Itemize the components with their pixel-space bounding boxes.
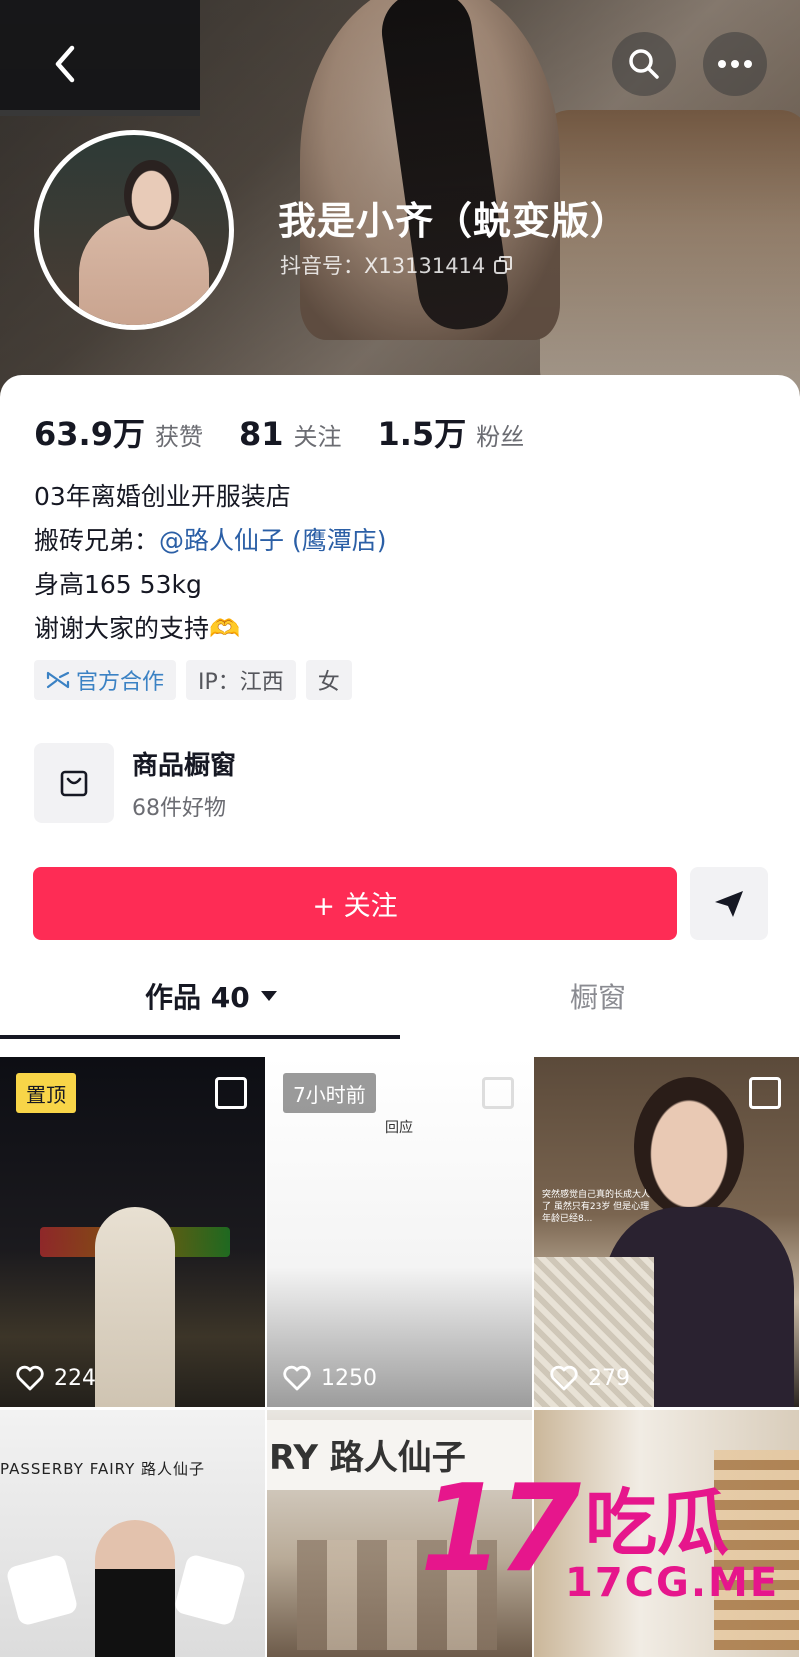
pinned-badge: 置顶 — [16, 1073, 76, 1113]
copy-icon[interactable] — [493, 255, 513, 275]
watermark-domain: 17CG.ME — [565, 1560, 780, 1606]
follow-button-label: + 关注 — [312, 891, 398, 922]
video-cell[interactable]: 突然感觉自己真的长成大人了 虽然只有23岁 但是心理年龄已经8... 279 — [534, 1057, 799, 1407]
shop-title: 商品橱窗 — [132, 750, 237, 781]
nickname: 我是小齐（蜕变版） — [278, 199, 630, 243]
follow-button[interactable]: + 关注 — [33, 867, 677, 940]
send-icon — [715, 890, 743, 917]
heart-icon — [16, 1365, 44, 1391]
stat-likes-count: 63.9万 — [34, 415, 145, 453]
avatar-body — [79, 215, 209, 325]
tab-works-label: 作品 40 — [145, 981, 250, 1014]
time-badge: 7小时前 — [283, 1073, 376, 1113]
tab-works[interactable]: 作品 40 — [145, 963, 278, 1029]
stat-following[interactable]: 81 关注 — [239, 415, 342, 453]
multi-image-icon — [749, 1077, 781, 1109]
more-button[interactable] — [703, 32, 767, 96]
heart-icon — [283, 1365, 311, 1391]
video-cell[interactable]: 置顶 224 — [0, 1057, 265, 1407]
bio-line-2: 搬砖兄弟：@路人仙子 (鹰潭店) — [34, 519, 386, 563]
site-watermark: 17 吃瓜 17CG.ME — [420, 1460, 790, 1650]
caret-down-icon — [260, 991, 277, 1001]
stat-likes: 63.9万 获赞 — [34, 409, 203, 455]
heart-icon — [550, 1365, 578, 1391]
flowers-left — [5, 1553, 79, 1627]
tab-active-indicator — [0, 1035, 400, 1039]
tag-gender: 女 — [305, 660, 352, 700]
avatar-head — [124, 160, 179, 230]
video-likes: 224 — [16, 1365, 96, 1391]
douyin-id-text: 抖音号：X13131414 — [280, 254, 486, 278]
stat-followers[interactable]: 1.5万 粉丝 — [378, 409, 525, 455]
video-likes-count: 279 — [588, 1365, 630, 1391]
avatar[interactable] — [34, 130, 234, 330]
person-figure — [95, 1207, 175, 1407]
video-likes-count: 224 — [54, 1365, 96, 1391]
tags-row: 官方合作 IP：江西 女 — [34, 660, 352, 700]
bio-line-3: 身高165 53kg — [34, 570, 202, 599]
content-tabs: 作品 40 橱窗 — [0, 963, 800, 1029]
video-caption: 回应 — [385, 1120, 413, 1136]
tag-ip: IP：江西 — [186, 660, 296, 700]
stat-likes-label: 获赞 — [154, 423, 203, 451]
chevron-left-icon — [55, 45, 75, 83]
bio-mention-link[interactable]: @路人仙子 (鹰潭店) — [159, 526, 386, 555]
search-button[interactable] — [612, 32, 676, 96]
bio: 03年离婚创业开服装店 搬砖兄弟：@路人仙子 (鹰潭店) 身高165 53kg … — [34, 475, 386, 651]
video-likes: 1250 — [283, 1365, 377, 1391]
video-likes-count: 1250 — [321, 1365, 377, 1391]
stat-following-count: 81 — [238, 415, 284, 453]
stat-following-label: 关注 — [293, 423, 342, 451]
shopping-bag-icon — [60, 770, 88, 797]
stat-followers-count: 1.5万 — [377, 415, 467, 453]
profile-header: 我是小齐（蜕变版） 抖音号：X13131414 — [0, 0, 800, 400]
shop-subtitle: 68件好物 — [132, 795, 226, 821]
share-button[interactable] — [690, 867, 768, 940]
search-icon — [629, 49, 659, 79]
back-button[interactable] — [40, 36, 90, 92]
douyin-id[interactable]: 抖音号：X13131414 — [280, 250, 513, 280]
watermark-number: 17 — [420, 1460, 581, 1599]
video-likes: 279 — [550, 1365, 630, 1391]
multi-image-icon — [215, 1077, 247, 1109]
shop-window-entry[interactable]: 商品橱窗 68件好物 — [34, 743, 236, 823]
shop-icon-box — [34, 743, 114, 823]
watermark-chinese: 吃瓜 — [585, 1481, 730, 1565]
tag-official-label: 官方合作 — [76, 670, 165, 695]
stats-row: 63.9万 获赞 81 关注 1.5万 粉丝 — [34, 409, 524, 455]
stat-followers-label: 粉丝 — [476, 423, 525, 451]
bio-line-1: 03年离婚创业开服装店 — [34, 482, 291, 511]
video-cell[interactable]: PASSERBY FAIRY 路人仙子 — [0, 1410, 265, 1657]
video-cell[interactable]: 7小时前 回应 1250 — [267, 1057, 532, 1407]
flowers-right — [173, 1553, 247, 1627]
video-caption: PASSERBY FAIRY 路人仙子 — [0, 1460, 206, 1478]
person-figure — [95, 1520, 175, 1657]
more-icon — [718, 60, 752, 68]
tab-window[interactable]: 橱窗 — [570, 963, 626, 1029]
shop-text: 商品橱窗 68件好物 — [132, 745, 236, 822]
video-caption: 突然感觉自己真的长成大人了 虽然只有23岁 但是心理年龄已经8... — [542, 1190, 651, 1224]
bio-line-4: 谢谢大家的支持🫶 — [34, 614, 241, 643]
bio-line-2-prefix: 搬砖兄弟： — [34, 526, 160, 555]
multi-image-icon — [482, 1077, 514, 1109]
tag-official-partner[interactable]: 官方合作 — [34, 660, 177, 700]
official-partner-icon — [46, 671, 70, 689]
